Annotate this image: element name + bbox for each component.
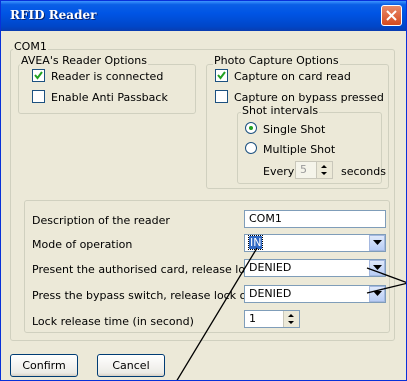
close-icon (386, 10, 397, 21)
card-release-dropdown-button[interactable] (369, 260, 385, 276)
lock-time-value: 1 (249, 312, 256, 325)
description-value: COM1 (249, 212, 282, 225)
anti-passback-label: Enable Anti Passback (51, 91, 168, 104)
lock-time-label: Lock release time (in second) (32, 315, 194, 328)
interval-seconds-input[interactable]: 5 (295, 161, 333, 179)
capture-bypass-label: Capture on bypass pressed (234, 91, 384, 104)
chevron-down-icon (373, 240, 382, 245)
shot-intervals-legend: Shot intervals (241, 104, 320, 117)
lock-time-spin-buttons[interactable] (283, 311, 299, 327)
single-shot-radio[interactable] (245, 122, 257, 134)
title-bar[interactable]: RFID Reader (1, 1, 406, 31)
chevron-down-icon (373, 265, 382, 270)
mode-value: IN (247, 235, 264, 250)
bypass-release-select[interactable]: DENIED (244, 285, 386, 303)
card-release-value: DENIED (249, 261, 292, 274)
seconds-label: seconds (341, 165, 386, 178)
com1-group-label: COM1 (13, 40, 48, 53)
confirm-button[interactable]: Confirm (10, 354, 78, 377)
bypass-release-label: Press the bypass switch, release lock on (32, 289, 254, 302)
cancel-button[interactable]: Cancel (97, 354, 165, 377)
lock-time-input[interactable]: 1 (244, 310, 300, 328)
chevron-down-icon (373, 291, 382, 296)
checkmark-icon (34, 71, 43, 80)
card-release-label: Present the authorised card, release loc… (32, 263, 275, 276)
interval-spin-buttons[interactable] (316, 162, 332, 178)
capture-bypass-checkbox[interactable] (215, 90, 228, 103)
spin-arrows-icon (321, 165, 327, 175)
spin-arrows-icon (288, 314, 294, 324)
capture-card-read-checkbox[interactable] (215, 69, 228, 82)
every-label: Every (263, 165, 295, 178)
mode-label: Mode of operation (32, 238, 133, 251)
bypass-release-dropdown-button[interactable] (369, 286, 385, 302)
single-shot-label: Single Shot (263, 123, 326, 136)
anti-passback-checkbox[interactable] (32, 90, 45, 103)
reader-connected-label: Reader is connected (51, 70, 164, 83)
photo-capture-legend: Photo Capture Options (213, 54, 340, 67)
capture-card-read-label: Capture on card read (234, 70, 351, 83)
multiple-shot-radio[interactable] (245, 142, 257, 154)
interval-seconds-value: 5 (300, 163, 307, 176)
checkmark-icon (217, 71, 226, 80)
avea-options-legend: AVEA's Reader Options (20, 54, 148, 67)
bypass-release-value: DENIED (249, 287, 292, 300)
mode-select[interactable]: IN (244, 234, 386, 252)
description-label: Description of the reader (32, 214, 170, 227)
window-title: RFID Reader (10, 8, 97, 22)
mode-dropdown-button[interactable] (369, 235, 385, 251)
rfid-reader-dialog: RFID Reader COM1 AVEA's Reader Options R… (0, 0, 407, 381)
reader-connected-checkbox[interactable] (32, 69, 45, 82)
close-button[interactable] (381, 5, 402, 26)
description-input[interactable]: COM1 (244, 210, 386, 228)
card-release-select[interactable]: DENIED (244, 259, 386, 277)
multiple-shot-label: Multiple Shot (263, 143, 336, 156)
